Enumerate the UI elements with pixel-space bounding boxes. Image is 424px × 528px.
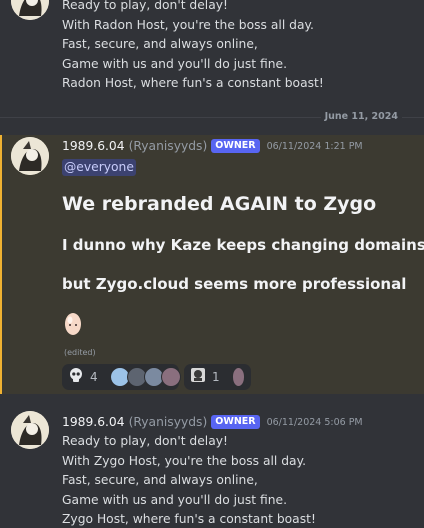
avatar-image-icon: [11, 0, 49, 20]
message-timestamp[interactable]: 06/11/2024 5:06 PM: [267, 417, 363, 428]
avatar-image-icon: [11, 411, 49, 449]
egg-emoji-icon: [62, 309, 84, 341]
custom-emoji-icon: [190, 367, 206, 387]
message-line: With Zygo Host, you're the boss all day.: [62, 453, 307, 468]
reactor-avatar: [160, 367, 181, 387]
message-line: Fast, secure, and always online,: [62, 473, 258, 488]
reaction-custom[interactable]: 1: [184, 364, 251, 390]
avatar-image-icon: [11, 137, 49, 175]
message-line: Zygo Host, where fun's a constant boast!: [62, 512, 316, 527]
skull-icon: [68, 367, 84, 387]
edited-label: (edited): [64, 348, 96, 357]
reaction-count: 4: [90, 370, 98, 384]
user-avatar[interactable]: [11, 137, 49, 175]
owner-badge: OWNER: [211, 139, 260, 153]
message-line: Fast, secure, and always online,: [62, 37, 258, 52]
message-line: Ready to play, don't delay!: [62, 434, 228, 448]
message-heading: We rebranded AGAIN to Zygo: [62, 193, 377, 215]
message-top-body: Ready to play, don't delay! With Radon H…: [62, 0, 324, 94]
message-line: Radon Host, where fun's a constant boast…: [62, 76, 324, 91]
user-avatar[interactable]: [11, 0, 49, 20]
message-timestamp[interactable]: 06/11/2024 1:21 PM: [267, 141, 363, 152]
owner-badge: OWNER: [211, 415, 260, 429]
reaction-count: 1: [212, 370, 220, 384]
message-main: 1989.6.04 (Ryanisyyds) OWNER 06/11/2024 …: [62, 136, 363, 176]
username[interactable]: 1989.6.04: [62, 139, 125, 153]
message-header: 1989.6.04 (Ryanisyyds) OWNER 06/11/2024 …: [62, 136, 363, 156]
user-handle: (Ryanisyyds): [128, 139, 208, 153]
message-subheading: but Zygo.cloud seems more professional: [62, 275, 407, 293]
user-handle: (Ryanisyyds): [128, 415, 208, 429]
message-subheading: I dunno why Kaze keeps changing domains: [62, 236, 424, 254]
message-line: Ready to play, don't delay!: [62, 0, 228, 12]
date-divider-label: June 11, 2024: [320, 111, 402, 122]
reactor-avatar: [231, 367, 245, 387]
reaction-skull[interactable]: 4: [62, 364, 181, 390]
message-line: With Radon Host, you're the boss all day…: [62, 17, 314, 32]
message-line: Game with us and you'll do just fine.: [62, 56, 287, 71]
username[interactable]: 1989.6.04: [62, 415, 125, 429]
message-bottom: 1989.6.04 (Ryanisyyds) OWNER 06/11/2024 …: [62, 412, 363, 528]
message-header: 1989.6.04 (Ryanisyyds) OWNER 06/11/2024 …: [62, 412, 363, 432]
message-line: Game with us and you'll do just fine.: [62, 492, 287, 507]
reactor-avatars: [109, 367, 181, 387]
chat-view: Ready to play, don't delay! With Radon H…: [0, 0, 424, 528]
everyone-mention[interactable]: @everyone: [62, 159, 136, 176]
user-avatar[interactable]: [11, 411, 49, 449]
